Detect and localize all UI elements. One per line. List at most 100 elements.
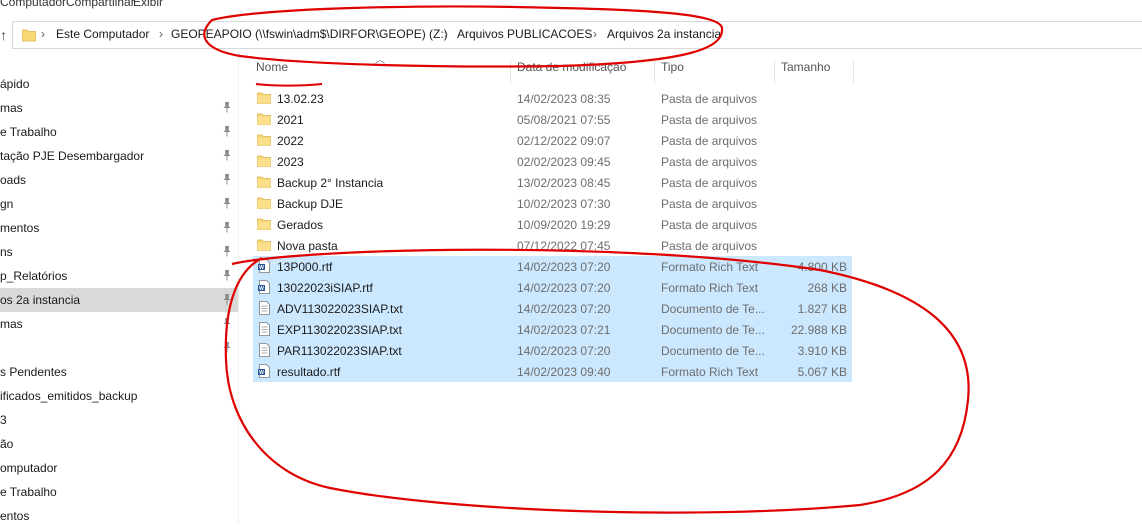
text-file-icon [259,322,270,336]
up-arrow-icon[interactable]: ↑ [0,26,10,44]
sidebar-item[interactable]: tação PJE Desembargador [0,144,238,168]
file-type: Pasta de arquivos [661,176,758,190]
file-name: resultado.rtf [277,365,341,379]
sidebar-item[interactable]: s Pendentes [0,360,238,384]
column-divider[interactable] [853,60,854,84]
file-date: 10/09/2020 19:29 [517,218,611,232]
file-row[interactable]: 2023 02/02/2023 09:45 Pasta de arquivos [253,151,852,172]
column-header-size[interactable]: Tamanho [781,60,830,82]
pin-icon[interactable] [222,293,232,305]
file-date: 14/02/2023 07:20 [517,344,611,358]
file-date: 13/02/2023 08:45 [517,176,611,190]
file-row[interactable]: Wresultado.rtf 14/02/2023 09:40 Formato Ri… [253,361,852,382]
sidebar-item[interactable]: p_Relatórios [0,264,238,288]
sidebar-item-label: os 2a instancia [0,293,81,307]
sidebar-item-label: omputador [0,461,58,475]
sidebar-item[interactable]: entos [0,504,238,528]
column-divider[interactable] [654,60,655,84]
chevron-right-icon[interactable]: › [41,27,45,41]
sidebar-item[interactable]: mas [0,96,238,120]
column-divider[interactable] [774,60,775,84]
file-row[interactable]: 2021 05/08/2021 07:55 Pasta de arquivos [253,109,852,130]
sidebar-item[interactable]: omputador [0,456,238,480]
file-type: Documento de Te... [661,344,765,358]
sidebar-item[interactable] [0,336,238,360]
file-row[interactable]: Nova pasta 07/12/2022 07:45 Pasta de arqui… [253,235,852,256]
file-row[interactable]: Backup 2° Instancia 13/02/2023 08:45 Pasta… [253,172,852,193]
breadcrumb-geopeapoio[interactable]: GEOPEAPOIO (\\fswin\adm$\DIRFOR\GEOPE) (… [171,27,448,41]
file-type: Pasta de arquivos [661,239,758,253]
sidebar-item-label: tação PJE Desembargador [0,149,145,163]
file-row[interactable]: PAR113022023SIAP.txt 14/02/2023 07:20 Docu… [253,340,852,361]
sidebar-item[interactable]: 3 [0,408,238,432]
file-row[interactable]: 2022 02/12/2022 09:07 Pasta de arquivos [253,130,852,151]
pin-icon[interactable] [222,341,232,353]
sidebar-item[interactable]: ão [0,432,238,456]
file-size: 1.827 KB [797,302,847,316]
pin-icon[interactable] [222,125,232,137]
sidebar-item-label: e Trabalho [0,125,57,139]
sidebar-item[interactable]: ápido [0,72,238,96]
file-row[interactable]: EXP113022023SIAP.txt 14/02/2023 07:21 Docu… [253,319,852,340]
pin-icon[interactable] [222,197,232,209]
breadcrumb-arquivos-2a-instancia[interactable]: Arquivos 2a instancia [607,27,721,41]
column-divider[interactable] [510,60,511,84]
column-header-date[interactable]: Data de modificação [517,60,626,82]
file-row[interactable]: Gerados 10/09/2020 19:29 Pasta de arquivos [253,214,852,235]
sidebar-item[interactable]: gn [0,192,238,216]
tab-exibir[interactable]: Exibir [133,0,163,9]
file-size: 268 KB [807,281,847,295]
sidebar-item[interactable]: ns [0,240,238,264]
sidebar-item-label: e Trabalho [0,485,57,499]
sidebar-item-label: ns [0,245,13,259]
breadcrumb-arquivos-publicacoes[interactable]: Arquivos PUBLICACOES [457,27,592,41]
file-name: 13022023iSIAP.rtf [277,281,373,295]
file-type: Pasta de arquivos [661,155,758,169]
pin-icon[interactable] [222,101,232,113]
column-header-name[interactable]: Nome [256,60,288,82]
pin-icon[interactable] [222,245,232,257]
sidebar-item[interactable]: oads [0,168,238,192]
file-type: Formato Rich Text [661,365,759,379]
pin-icon[interactable] [222,173,232,185]
sidebar-item[interactable]: os 2a instancia [0,288,238,312]
pin-icon[interactable] [222,149,232,161]
tab-computador[interactable]: Computador [0,0,66,9]
pin-icon[interactable] [222,317,232,329]
sidebar-item-label: ificados_emitidos_backup [0,389,138,403]
pin-icon[interactable] [222,221,232,233]
svg-text:W: W [259,370,264,376]
tab-compartilhar[interactable]: Compartilhar [66,0,135,9]
sidebar-item[interactable]: mentos [0,216,238,240]
breadcrumb-este-computador[interactable]: Este Computador [56,27,149,41]
sidebar-item[interactable]: mas [0,312,238,336]
file-type: Pasta de arquivos [661,218,758,232]
chevron-right-icon[interactable]: › [159,27,163,41]
file-row[interactable]: Backup DJE 10/02/2023 07:30 Pasta de arqui… [253,193,852,214]
file-name: PAR113022023SIAP.txt [277,344,402,358]
file-date: 14/02/2023 09:40 [517,365,611,379]
sidebar-item-label: gn [0,197,14,211]
file-date: 05/08/2021 07:55 [517,113,611,127]
folder-icon [257,155,271,167]
sidebar-item[interactable]: e Trabalho [0,120,238,144]
chevron-right-icon[interactable]: › [444,27,448,41]
sidebar-item-label: mas [0,101,23,115]
file-type: Pasta de arquivos [661,92,758,106]
pane-divider[interactable] [238,54,239,524]
chevron-right-icon[interactable]: › [593,27,597,41]
sidebar-item[interactable]: ificados_emitidos_backup [0,384,238,408]
column-header-type[interactable]: Tipo [661,60,684,82]
address-bar[interactable]: › Este Computador › GEOPEAPOIO (\\fswin\… [12,21,1142,49]
file-row[interactable]: ADV113022023SIAP.txt 14/02/2023 07:20 Docu… [253,298,852,319]
file-row[interactable]: W 13022023iSIAP.rtf 14/02/2023 07:20 Format… [253,277,852,298]
file-row[interactable]: W 13P000.rtf 14/02/2023 07:20 Formato Rich … [253,256,852,277]
pin-icon[interactable] [222,269,232,281]
file-date: 14/02/2023 07:20 [517,281,611,295]
file-type: Pasta de arquivos [661,197,758,211]
file-size: 22.988 KB [790,323,847,337]
sidebar-item[interactable]: e Trabalho [0,480,238,504]
file-name: ADV113022023SIAP.txt [277,302,403,316]
file-row[interactable]: 13.02.23 14/02/2023 08:35 Pasta de arquivo… [253,88,852,109]
sidebar-item-label: mentos [0,221,40,235]
